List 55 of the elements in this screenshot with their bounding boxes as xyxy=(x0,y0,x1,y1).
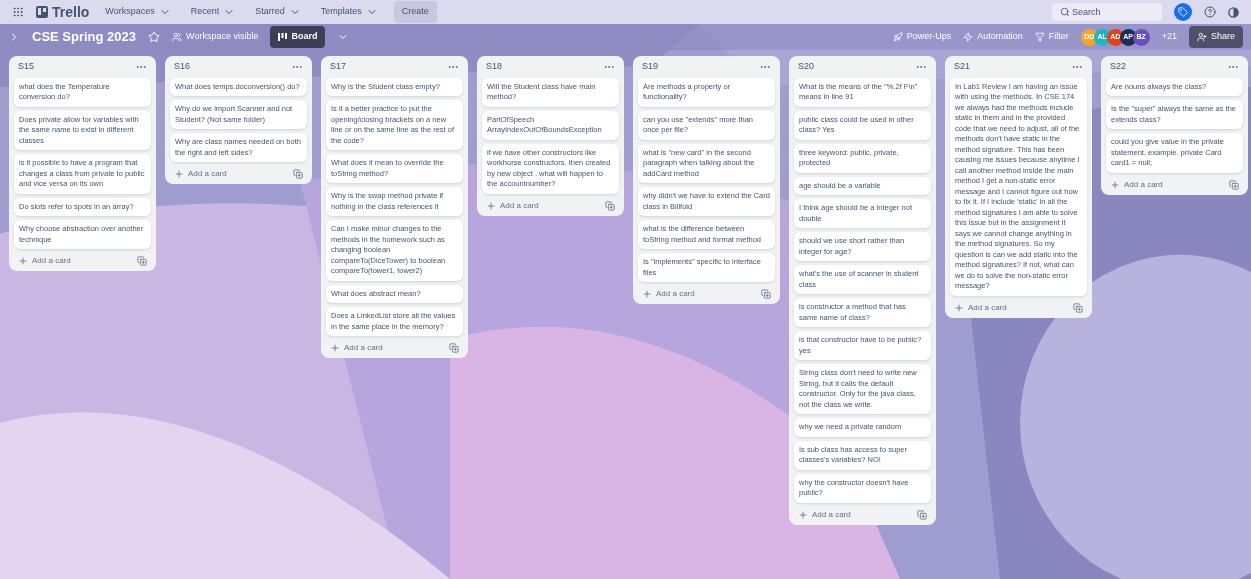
add-card-button[interactable]: Add a card xyxy=(642,288,695,300)
help-icon[interactable] xyxy=(1204,6,1216,18)
plus-icon xyxy=(18,256,28,266)
star-icon[interactable] xyxy=(148,31,161,43)
app-grid-icon[interactable] xyxy=(12,6,24,18)
add-card-button[interactable]: Add a card xyxy=(18,255,71,267)
add-card-button[interactable]: Add a card xyxy=(174,168,227,180)
list-title[interactable]: S17 xyxy=(330,60,346,74)
add-card-button[interactable]: Add a card xyxy=(954,301,1007,314)
template-icon[interactable] xyxy=(1073,302,1083,313)
notification-button[interactable] xyxy=(1174,3,1192,21)
plus-icon xyxy=(330,343,340,353)
add-card-button[interactable]: Add a card xyxy=(330,342,383,354)
plus-icon xyxy=(798,509,808,520)
template-icon[interactable] xyxy=(449,343,459,353)
nav-menu-button[interactable]: Starred xyxy=(251,5,305,19)
list-title[interactable]: S22 xyxy=(1110,60,1126,74)
list-title[interactable]: S19 xyxy=(642,60,658,74)
search-icon xyxy=(1060,7,1070,17)
lightning-icon xyxy=(963,32,974,42)
list-title[interactable]: S21 xyxy=(954,60,970,74)
tag-icon xyxy=(1178,7,1188,17)
list-title[interactable]: S20 xyxy=(798,60,814,74)
nav-menu-button[interactable]: Templates xyxy=(316,5,382,19)
plus-icon xyxy=(174,169,184,179)
list-title[interactable]: S18 xyxy=(486,60,502,74)
filter-icon xyxy=(1034,32,1045,42)
plus-icon xyxy=(1110,179,1120,190)
board-icon xyxy=(278,33,288,41)
plus-icon xyxy=(642,289,652,299)
rocket-icon xyxy=(892,32,903,42)
plus-icon xyxy=(486,200,496,211)
logo-text[interactable]: Trello xyxy=(52,1,90,23)
list-title[interactable]: S15 xyxy=(18,60,34,74)
create-button[interactable]: Create xyxy=(393,1,437,23)
search-field[interactable]: Search xyxy=(1052,3,1162,21)
template-icon[interactable] xyxy=(917,509,927,520)
template-icon[interactable] xyxy=(1229,179,1239,190)
template-icon[interactable] xyxy=(605,200,615,211)
add-person-icon xyxy=(1196,32,1207,42)
logo-icon xyxy=(36,6,48,18)
add-card-button[interactable]: Add a card xyxy=(1110,178,1163,191)
template-icon[interactable] xyxy=(761,289,771,299)
add-card-button[interactable]: Add a card xyxy=(486,199,539,212)
contrast-icon[interactable] xyxy=(1228,6,1239,18)
template-icon[interactable] xyxy=(293,169,303,179)
board-view-button[interactable]: Board xyxy=(270,26,326,48)
nav-menu-button[interactable]: Workspaces xyxy=(101,5,175,19)
nav-menu-button[interactable]: Recent xyxy=(186,5,240,19)
add-card-button[interactable]: Add a card xyxy=(798,508,851,521)
people-icon xyxy=(172,32,183,42)
template-icon[interactable] xyxy=(137,256,147,266)
share-button[interactable]: Share xyxy=(1188,26,1243,48)
plus-icon xyxy=(954,302,964,313)
list-title[interactable]: S16 xyxy=(174,60,190,74)
